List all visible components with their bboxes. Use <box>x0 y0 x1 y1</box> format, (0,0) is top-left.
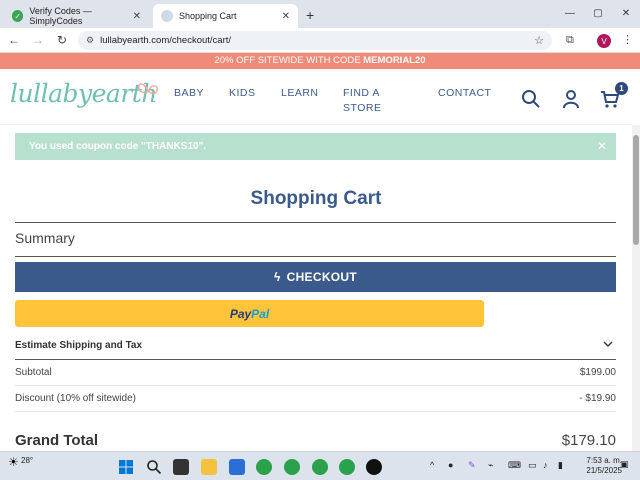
estimate-shipping-toggle[interactable]: Estimate Shipping and Tax <box>15 340 616 351</box>
lullaby-favicon-icon <box>161 10 173 22</box>
store-icon[interactable] <box>229 459 245 475</box>
search-icon[interactable] <box>521 89 541 109</box>
coupon-success-alert: You used coupon code "THANKS10". ✕ <box>15 133 616 160</box>
close-tab-icon[interactable]: ✕ <box>133 11 141 22</box>
minimize-icon[interactable]: — <box>556 0 584 26</box>
nav-contact[interactable]: CONTACT <box>438 86 491 101</box>
browser-toolbar: ← → ↻ ⚙ lullabyearth.com/checkout/cart/ … <box>0 28 640 53</box>
windows-taskbar: ☀ 28° ^ ● ✎ ⌁ ⌨ ▭ ♪ ▮ 7:53 a. m. 21/5/20… <box>0 451 640 480</box>
site-info-icon[interactable]: ⚙ <box>86 35 94 46</box>
keyboard-icon[interactable]: ⌨ <box>508 460 521 471</box>
nav-kids[interactable]: KIDS <box>229 86 256 101</box>
simplycodes-favicon-icon: ✓ <box>12 10 24 22</box>
close-tab-icon[interactable]: ✕ <box>282 11 290 22</box>
lightning-icon: ϟ <box>273 270 281 284</box>
display-icon[interactable]: ▭ <box>528 460 537 471</box>
browser-tab-strip: ✓ Verify Codes — SimplyCodes ✕ Shopping … <box>0 0 640 28</box>
back-arrow-icon[interactable]: ← <box>2 33 26 47</box>
promo-code: MEMORIAL20 <box>363 55 426 66</box>
chevron-down-icon <box>603 341 613 347</box>
divider <box>15 411 616 412</box>
paypal-label-pal: Pal <box>251 306 270 321</box>
paypal-button[interactable]: Pay Pal <box>15 300 484 327</box>
scrollbar-thumb[interactable] <box>633 135 639 245</box>
window-controls: — ▢ ✕ <box>556 0 640 26</box>
new-tab-button[interactable]: + <box>306 7 314 23</box>
app-icon[interactable] <box>366 459 382 475</box>
nav-find-a-store[interactable]: FIND A STORE <box>343 86 393 116</box>
divider <box>15 385 616 386</box>
bookmark-star-icon[interactable]: ☆ <box>534 34 544 47</box>
discount-value: - $19.90 <box>579 393 616 404</box>
url-text: lullabyearth.com/checkout/cart/ <box>100 35 232 46</box>
grand-total-value: $179.10 <box>561 432 616 449</box>
file-explorer-icon[interactable] <box>201 459 217 475</box>
battery-icon[interactable]: ▮ <box>558 460 563 471</box>
promo-banner: 20% OFF SITEWIDE WITH CODE MEMORIAL20 <box>0 53 640 69</box>
divider <box>15 256 616 257</box>
pen-icon[interactable]: ✎ <box>468 460 476 471</box>
search-icon[interactable] <box>146 459 162 475</box>
promo-text: 20% OFF SITEWIDE WITH CODE <box>214 55 364 66</box>
page-scrollbar[interactable] <box>632 125 640 451</box>
checkout-button[interactable]: ϟ CHECKOUT <box>15 262 616 292</box>
tray-expand-icon[interactable]: ^ <box>430 460 434 470</box>
system-clock[interactable]: 7:53 a. m. 21/5/2025 <box>586 456 622 476</box>
nav-learn[interactable]: LEARN <box>281 86 319 101</box>
browser-menu-icon[interactable]: ⋮ <box>622 33 633 46</box>
tab-label: Verify Codes — SimplyCodes <box>29 6 92 26</box>
account-icon[interactable] <box>561 89 581 109</box>
estimate-label: Estimate Shipping and Tax <box>15 340 143 351</box>
paypal-label-pay: Pay <box>229 306 252 321</box>
divider <box>15 222 616 223</box>
clock-date: 21/5/2025 <box>586 466 622 475</box>
site-header: lullabyearth BABY KIDS LEARN FIND A STOR… <box>0 69 632 125</box>
forward-arrow-icon[interactable]: → <box>26 33 50 47</box>
cart-count-badge: 1 <box>615 82 628 95</box>
windows-start-icon[interactable] <box>118 459 134 475</box>
weather-icon[interactable]: ☀ <box>8 455 19 469</box>
tab-label: Shopping Cart <box>179 11 237 21</box>
tray-app-icon[interactable]: ● <box>448 460 453 470</box>
tab-shopping-cart[interactable]: Shopping Cart ✕ <box>153 4 298 28</box>
address-bar[interactable]: ⚙ lullabyearth.com/checkout/cart/ ☆ <box>78 31 552 50</box>
checkout-label: CHECKOUT <box>286 270 358 284</box>
subtotal-value: $199.00 <box>579 367 616 378</box>
maximize-icon[interactable]: ▢ <box>584 0 612 26</box>
grand-total-label: Grand Total <box>15 432 99 449</box>
butterfly-logo-icon <box>138 83 158 94</box>
summary-heading: Summary <box>15 230 75 246</box>
network-icon[interactable]: ⌁ <box>488 460 493 471</box>
close-window-icon[interactable]: ✕ <box>612 0 640 26</box>
chrome-icon[interactable] <box>339 459 355 475</box>
alert-message: You used coupon code "THANKS10". <box>29 141 207 152</box>
clock-time: 7:53 a. m. <box>586 456 622 465</box>
extensions-puzzle-icon[interactable]: ⧉ <box>566 34 574 47</box>
notifications-icon[interactable]: ▣ <box>620 459 629 470</box>
divider <box>15 359 616 360</box>
chrome-icon[interactable] <box>256 459 272 475</box>
discount-label: Discount (10% off sitewide) <box>15 393 136 404</box>
discount-row: Discount (10% off sitewide) - $19.90 <box>15 393 616 404</box>
grand-total-row: Grand Total $179.10 <box>15 432 616 449</box>
tab-verify-codes[interactable]: ✓ Verify Codes — SimplyCodes ✕ <box>4 4 149 28</box>
reload-icon[interactable]: ↻ <box>50 33 74 47</box>
task-view-icon[interactable] <box>173 459 189 475</box>
chrome-icon[interactable] <box>284 459 300 475</box>
alert-close-icon[interactable]: ✕ <box>597 133 607 160</box>
page-title: Shopping Cart <box>250 188 382 209</box>
nav-baby[interactable]: BABY <box>174 86 204 101</box>
volume-icon[interactable]: ♪ <box>543 460 548 470</box>
site-logo[interactable]: lullabyearth <box>10 79 157 108</box>
subtotal-label: Subtotal <box>15 367 52 378</box>
profile-avatar[interactable]: V <box>597 34 611 48</box>
chrome-icon[interactable] <box>312 459 328 475</box>
subtotal-row: Subtotal $199.00 <box>15 367 616 378</box>
weather-temp: 28° <box>21 456 34 465</box>
